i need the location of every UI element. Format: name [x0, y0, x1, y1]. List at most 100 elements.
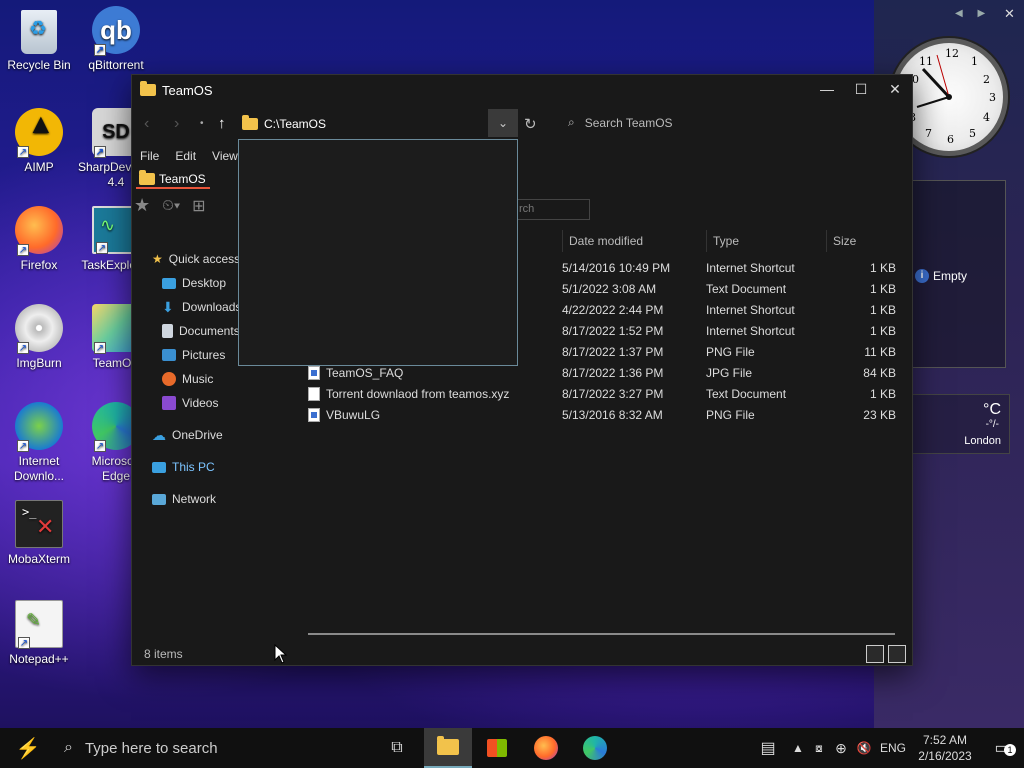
menu-file[interactable]: File: [140, 149, 159, 163]
panel-empty-label: Empty: [933, 269, 968, 283]
language-indicator[interactable]: ENG: [876, 741, 910, 755]
favorite-star-icon[interactable]: ★: [134, 195, 150, 216]
file-type: JPG File: [706, 365, 753, 380]
nav-quick-access[interactable]: ★ Quick access: [152, 247, 242, 271]
forward-arrow-icon[interactable]: ›: [174, 115, 179, 133]
desktop-icon-label: qBittorrent: [88, 58, 144, 72]
nav-downloads[interactable]: ⬇ Downloads: [152, 295, 242, 319]
search-box[interactable]: ⌕ Search TeamOS: [568, 115, 673, 130]
horizontal-scrollbar[interactable]: [308, 633, 895, 635]
gadget-close-icon[interactable]: ✕: [1004, 6, 1015, 22]
start-button-icon[interactable]: ⚡: [4, 728, 52, 768]
nav-label: Pictures: [182, 348, 226, 362]
desktop-icon-mobaxterm[interactable]: >_ ✕ MobaXterm: [0, 500, 78, 567]
nav-this-pc[interactable]: This PC: [152, 455, 242, 479]
task-view-icon[interactable]: ⧉: [373, 728, 421, 768]
star-icon: ★: [152, 252, 163, 266]
desktop-icon-label: ImgBurn: [16, 356, 62, 370]
network-icon: [152, 493, 166, 505]
desktop-icon-idm[interactable]: ↗ Internet Downlo...: [0, 402, 78, 484]
notepadpp-icon: ✎ ↗: [15, 600, 63, 649]
nav-network[interactable]: Network: [152, 487, 242, 511]
large-icons-view-icon[interactable]: [888, 645, 906, 663]
meet-now-icon[interactable]: ⧇: [808, 741, 830, 756]
document-icon: [162, 324, 173, 338]
cloud-icon: ☁: [152, 426, 166, 443]
address-autocomplete-dropdown[interactable]: [238, 139, 518, 366]
windows-logo-icon[interactable]: ⊞: [192, 196, 205, 216]
breadcrumb[interactable]: TeamOS: [136, 170, 210, 189]
desktop-icon-label: Recycle Bin: [7, 58, 71, 72]
mini-search-input[interactable]: rch: [514, 199, 590, 220]
nav-label: Videos: [182, 396, 219, 410]
close-button[interactable]: ✕: [878, 75, 912, 103]
music-icon: [162, 372, 176, 386]
file-date: 8/17/2022 3:27 PM: [562, 386, 664, 401]
chevron-up-icon[interactable]: ▲: [788, 741, 808, 755]
taskbar-search-box[interactable]: ⌕ Type here to search: [50, 728, 370, 768]
shortcut-arrow-icon: ↗: [18, 637, 30, 649]
address-dropdown-chevron-icon[interactable]: ⌄: [488, 109, 518, 137]
recent-dot-icon[interactable]: •: [200, 118, 204, 129]
menu-edit[interactable]: Edit: [175, 149, 196, 163]
column-date-modified[interactable]: Date modified: [562, 230, 706, 252]
desktop-icon-label: Internet Downlo...: [13, 454, 65, 483]
file-type: Internet Shortcut: [706, 302, 795, 317]
network-globe-icon[interactable]: ⊕: [830, 740, 852, 757]
desktop-icon-firefox[interactable]: ↗ Firefox: [0, 206, 78, 273]
column-headers: Date modified Type Size: [562, 230, 904, 252]
column-size[interactable]: Size: [826, 230, 904, 252]
column-type[interactable]: Type: [706, 230, 826, 252]
desktop-icon-notepadpp[interactable]: ✎ ↗ Notepad++: [0, 600, 78, 667]
nav-label: Downloads: [182, 300, 242, 314]
nav-music[interactable]: Music: [152, 367, 242, 391]
taskbar-clock[interactable]: 7:52 AM 2/16/2023: [910, 732, 980, 764]
mobaxterm-icon: >_ ✕: [15, 500, 63, 548]
file-explorer-taskbar-icon[interactable]: [424, 728, 472, 768]
shortcut-arrow-icon: ↗: [96, 242, 108, 254]
table-row[interactable]: VBuwuLG 5/13/2016 8:32 AM PNG File 23 KB: [308, 404, 896, 425]
file-type: Text Document: [706, 386, 787, 401]
table-row[interactable]: Torrent downlaod from teamos.xyz 8/17/20…: [308, 383, 896, 404]
volume-muted-icon[interactable]: 🔇: [852, 741, 876, 755]
news-widget-icon[interactable]: ▤: [748, 738, 788, 758]
desktop-icon-aimp[interactable]: ▲ ↗ AIMP: [0, 108, 78, 175]
gadget-nav-arrows-icon[interactable]: ◀ ▶: [955, 8, 991, 19]
file-date: 5/14/2016 10:49 PM: [562, 260, 671, 275]
window-titlebar[interactable]: TeamOS — ☐ ✕: [132, 75, 912, 105]
status-item-count: 8 items: [144, 647, 183, 661]
firefox-taskbar-icon[interactable]: [522, 728, 570, 768]
nav-desktop[interactable]: Desktop: [152, 271, 242, 295]
nav-documents[interactable]: Documents: [152, 319, 242, 343]
search-icon: ⌕: [568, 115, 575, 129]
minimize-button[interactable]: —: [810, 75, 844, 103]
shortcut-arrow-icon: ↗: [17, 244, 29, 256]
monitor-icon: [152, 461, 166, 473]
nav-onedrive[interactable]: ☁ OneDrive: [152, 423, 242, 447]
menu-view[interactable]: View: [212, 149, 238, 163]
history-clock-icon[interactable]: ⏲▾: [162, 197, 180, 214]
desktop-icon-imgburn[interactable]: ↗ ImgBurn: [0, 304, 78, 371]
desktop-icon-qbittorrent[interactable]: qb ↗ qBittorrent: [77, 6, 155, 73]
file-type: PNG File: [706, 344, 755, 359]
refresh-icon[interactable]: ↻: [524, 115, 537, 133]
search-icon: ⌕: [64, 739, 73, 756]
pictures-icon: [162, 349, 176, 361]
up-arrow-icon[interactable]: ↑: [218, 115, 226, 132]
shortcut-arrow-icon: ↗: [17, 342, 29, 354]
edge-taskbar-icon[interactable]: [571, 728, 619, 768]
back-arrow-icon[interactable]: ‹: [144, 115, 149, 133]
image-file-icon: [308, 407, 320, 422]
store-icon[interactable]: [473, 728, 521, 768]
notification-icon[interactable]: ▭ 1: [980, 738, 1024, 758]
address-bar[interactable]: C:\TeamOS: [238, 111, 518, 137]
recycle-bin-icon: ♻: [21, 10, 57, 54]
desktop-icon-recycle-bin[interactable]: ♻ Recycle Bin: [0, 10, 78, 73]
file-type: Internet Shortcut: [706, 260, 795, 275]
text-file-icon: [308, 386, 320, 401]
maximize-button[interactable]: ☐: [844, 75, 878, 103]
nav-pictures[interactable]: Pictures: [152, 343, 242, 367]
address-text[interactable]: C:\TeamOS: [264, 117, 326, 131]
details-view-icon[interactable]: [866, 645, 884, 663]
nav-videos[interactable]: Videos: [152, 391, 242, 415]
